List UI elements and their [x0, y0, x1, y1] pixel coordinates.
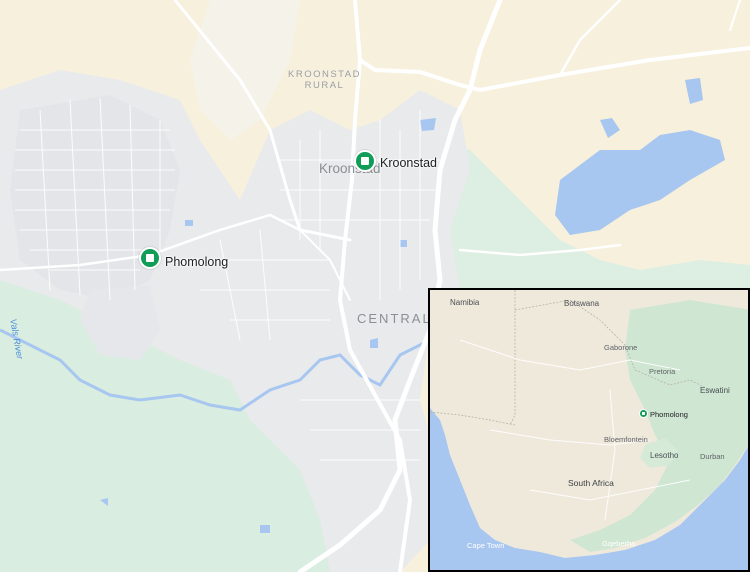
area-label-line2: RURAL — [304, 80, 345, 91]
inset-city-label: Cape Town — [467, 541, 505, 550]
inset-city-label: Gqeberha — [602, 539, 636, 548]
inset-place-marker-icon[interactable] — [639, 409, 648, 418]
inset-country-label: Namibia — [450, 298, 480, 307]
inset-country-label: Lesotho — [650, 451, 679, 460]
inset-city-label: Bloemfontein — [604, 435, 648, 444]
inset-map-base — [430, 290, 748, 570]
area-label-line1: KROONSTAD — [288, 69, 361, 80]
inset-country-label: Botswana — [564, 299, 600, 308]
inset-locator-map[interactable]: Namibia Botswana Gaborone Pretoria Eswat… — [428, 288, 750, 572]
place-marker-icon[interactable] — [139, 247, 161, 269]
map-canvas[interactable]: KROONSTAD RURAL Kroonstad CENTRAL Vals R… — [0, 0, 750, 572]
inset-country-label: Eswatini — [700, 386, 730, 395]
inset-country-label: South Africa — [568, 478, 614, 488]
place-marker-icon[interactable] — [354, 150, 376, 172]
area-label: KROONSTAD RURAL — [288, 69, 361, 91]
inset-city-label: Gaborone — [604, 343, 638, 352]
district-label: CENTRAL — [357, 311, 432, 326]
inset-city-label: Pretoria — [649, 367, 676, 376]
marker-label-kroonstad[interactable]: Kroonstad — [380, 156, 437, 170]
marker-label-phomolong[interactable]: Phomolong — [165, 255, 228, 269]
inset-marker-label[interactable]: Phomolong — [650, 410, 688, 419]
inset-city-label: Durban — [700, 452, 725, 461]
